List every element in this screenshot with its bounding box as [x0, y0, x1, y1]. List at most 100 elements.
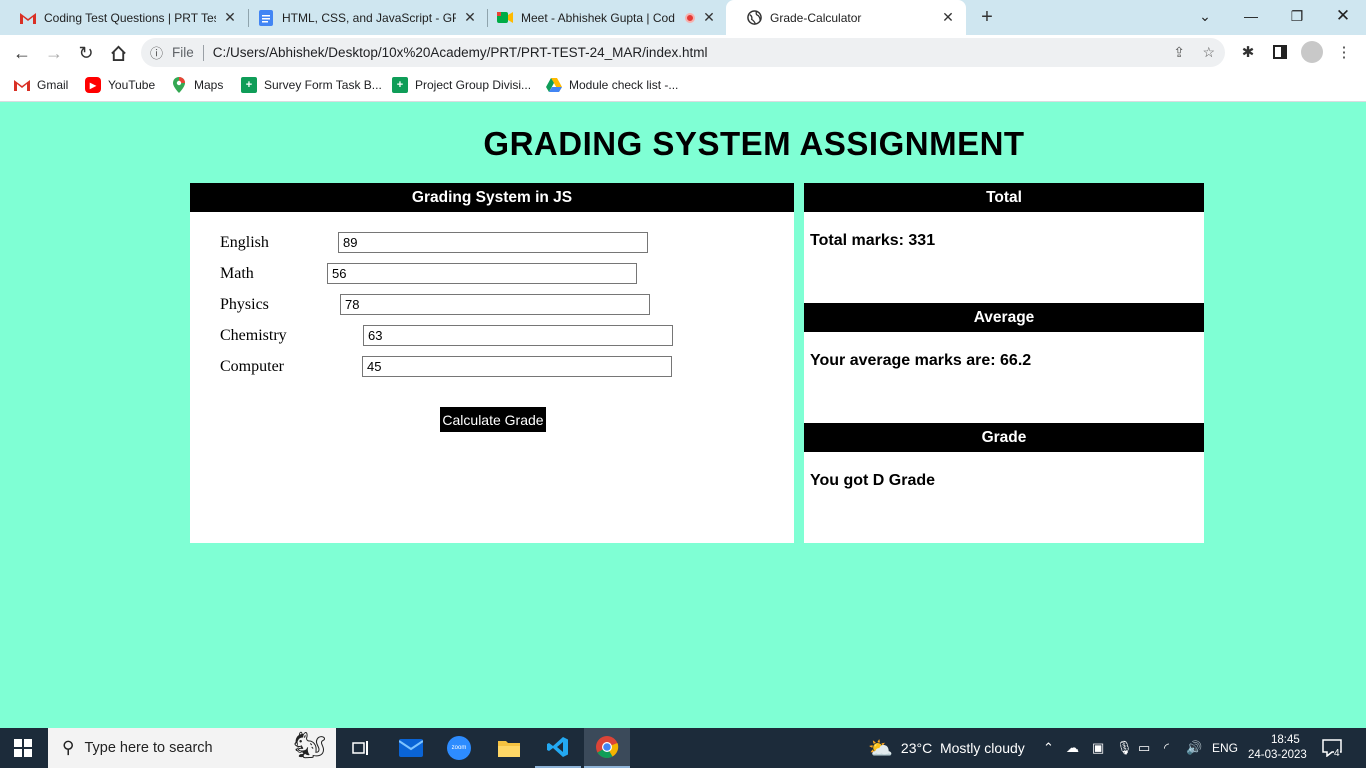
- zoom-icon[interactable]: zoom: [436, 728, 482, 768]
- notification-count: 4: [1334, 748, 1340, 759]
- math-label: Math: [220, 264, 254, 282]
- side-panel-icon[interactable]: [1268, 40, 1292, 64]
- close-icon[interactable]: ✕: [222, 9, 238, 26]
- back-button[interactable]: ←: [8, 39, 36, 67]
- clock[interactable]: 18:45 24-03-2023: [1248, 728, 1307, 768]
- gmail-icon: [20, 10, 36, 26]
- maps-pin-icon: [171, 77, 187, 93]
- address-bar[interactable]: ⓘ File C:/Users/Abhishek/Desktop/10x%20A…: [141, 38, 1225, 67]
- physics-label: Physics: [220, 295, 269, 313]
- bookmark-project-group[interactable]: + Project Group Divisi...: [392, 77, 531, 93]
- tab-grade-calculator[interactable]: Grade-Calculator ✕: [726, 0, 966, 35]
- bookmark-module-check[interactable]: Module check list -...: [546, 77, 678, 93]
- chrome-icon[interactable]: [584, 728, 630, 768]
- volume-icon[interactable]: 🔊: [1186, 728, 1202, 768]
- bookmark-survey-form[interactable]: + Survey Form Task B...: [241, 77, 382, 93]
- computer-input[interactable]: [362, 356, 672, 377]
- tab-title: HTML, CSS, and JavaScript - GRA: [282, 10, 456, 25]
- total-card: Total Total marks: 331: [804, 183, 1204, 303]
- math-row: Math: [220, 263, 637, 284]
- meet-now-icon[interactable]: ▣: [1092, 728, 1104, 768]
- bookmark-label: Survey Form Task B...: [264, 78, 382, 92]
- language-indicator[interactable]: ENG: [1212, 728, 1238, 768]
- total-text: Total marks: 331: [810, 232, 936, 249]
- microphone-icon[interactable]: 🎙: [1116, 728, 1133, 768]
- extensions-icon[interactable]: ✱: [1236, 40, 1260, 64]
- weather-widget[interactable]: ⛅ 23°C Mostly cloudy: [868, 728, 1025, 768]
- onedrive-icon[interactable]: ☁: [1066, 728, 1079, 768]
- notification-center-icon[interactable]: 4: [1322, 728, 1342, 768]
- tab-strip: Coding Test Questions | PRT Test ✕ HTML,…: [0, 0, 1366, 35]
- file-explorer-icon[interactable]: [486, 728, 532, 768]
- info-icon[interactable]: ⓘ: [150, 43, 166, 62]
- search-icon: ⚲: [62, 738, 75, 757]
- chemistry-input[interactable]: [363, 325, 673, 346]
- cloudy-weather-icon: ⛅: [868, 737, 893, 760]
- computer-label: Computer: [220, 357, 284, 375]
- gmail-icon: [14, 77, 30, 93]
- tab-title: Grade-Calculator: [770, 10, 862, 25]
- bookmark-gmail[interactable]: Gmail: [14, 77, 68, 93]
- grade-heading: Grade: [804, 423, 1204, 452]
- reload-button[interactable]: ↻: [72, 39, 100, 67]
- taskbar-search[interactable]: ⚲ Type here to search 🐿: [48, 728, 336, 768]
- browser-toolbar: ← → ↻ ⓘ File C:/Users/Abhishek/Desktop/1…: [0, 35, 1366, 70]
- close-icon[interactable]: ✕: [940, 9, 956, 26]
- total-heading: Total: [804, 183, 1204, 212]
- bookmark-label: Module check list -...: [569, 78, 679, 92]
- profile-avatar[interactable]: [1300, 40, 1324, 64]
- drive-icon: [546, 77, 562, 93]
- scheme-label: File: [172, 45, 194, 60]
- tab-meet[interactable]: Meet - Abhishek Gupta | Cod ✕: [477, 0, 727, 35]
- close-icon[interactable]: ✕: [701, 9, 717, 26]
- english-input[interactable]: [338, 232, 648, 253]
- task-view-icon[interactable]: [338, 728, 384, 768]
- physics-input[interactable]: [340, 294, 650, 315]
- chemistry-label: Chemistry: [220, 326, 287, 344]
- form-heading: Grading System in JS: [190, 183, 794, 212]
- bookmark-label: YouTube: [108, 78, 156, 92]
- squirrel-illustration-icon: 🐿: [292, 730, 326, 760]
- sheets-icon: +: [392, 77, 408, 93]
- average-heading: Average: [804, 303, 1204, 332]
- tab-html-css[interactable]: HTML, CSS, and JavaScript - GRA ✕: [238, 0, 488, 35]
- physics-row: Physics: [220, 294, 650, 315]
- battery-icon[interactable]: ▭: [1138, 728, 1150, 768]
- menu-icon[interactable]: ⋮: [1332, 40, 1356, 64]
- show-hidden-icons-icon[interactable]: ⌃: [1043, 728, 1054, 768]
- youtube-icon: ▶: [85, 77, 101, 93]
- vscode-icon[interactable]: [535, 728, 581, 768]
- tab-search-icon[interactable]: ⌄: [1182, 0, 1228, 32]
- bookmark-youtube[interactable]: ▶ YouTube: [85, 77, 155, 93]
- share-icon[interactable]: ⇪: [1173, 38, 1185, 67]
- search-placeholder: Type here to search: [84, 740, 213, 756]
- bookmark-star-icon[interactable]: ☆: [1202, 38, 1215, 67]
- average-text: Your average marks are: 66.2: [810, 352, 1032, 369]
- home-button[interactable]: [104, 39, 132, 67]
- restore-button[interactable]: ❐: [1274, 0, 1320, 32]
- bookmarks-bar: Gmail ▶ YouTube Maps + Survey Form Task …: [0, 70, 1366, 102]
- close-window-button[interactable]: ✕: [1320, 0, 1366, 32]
- date-text: 24-03-2023: [1248, 749, 1307, 761]
- meet-icon: [497, 10, 513, 26]
- page-content: GRADING SYSTEM ASSIGNMENT Grading System…: [0, 103, 1366, 728]
- wifi-icon[interactable]: ◜: [1164, 728, 1169, 768]
- tab-title: Coding Test Questions | PRT Test: [44, 10, 216, 25]
- sheets-icon: +: [241, 77, 257, 93]
- grade-text: You got D Grade: [810, 472, 936, 489]
- calculate-grade-button[interactable]: Calculate Grade: [440, 407, 546, 432]
- grade-card: Grade You got D Grade: [804, 423, 1204, 543]
- windows-start-icon[interactable]: [0, 728, 46, 768]
- bookmark-maps[interactable]: Maps: [171, 77, 223, 93]
- tab-coding-test[interactable]: Coding Test Questions | PRT Test ✕: [0, 0, 248, 35]
- close-icon[interactable]: ✕: [462, 9, 478, 26]
- math-input[interactable]: [327, 263, 637, 284]
- weather-text: 23°C Mostly cloudy: [900, 740, 1025, 756]
- forward-button[interactable]: →: [40, 39, 68, 67]
- computer-row: Computer: [220, 356, 672, 377]
- windows-taskbar: ⚲ Type here to search 🐿 zoom ⛅ 23°C Most…: [0, 728, 1366, 768]
- new-tab-button[interactable]: +: [976, 6, 998, 29]
- minimize-button[interactable]: —: [1228, 0, 1274, 32]
- url-text: C:/Users/Abhishek/Desktop/10x%20Academy/…: [212, 45, 708, 60]
- mail-icon[interactable]: [388, 728, 434, 768]
